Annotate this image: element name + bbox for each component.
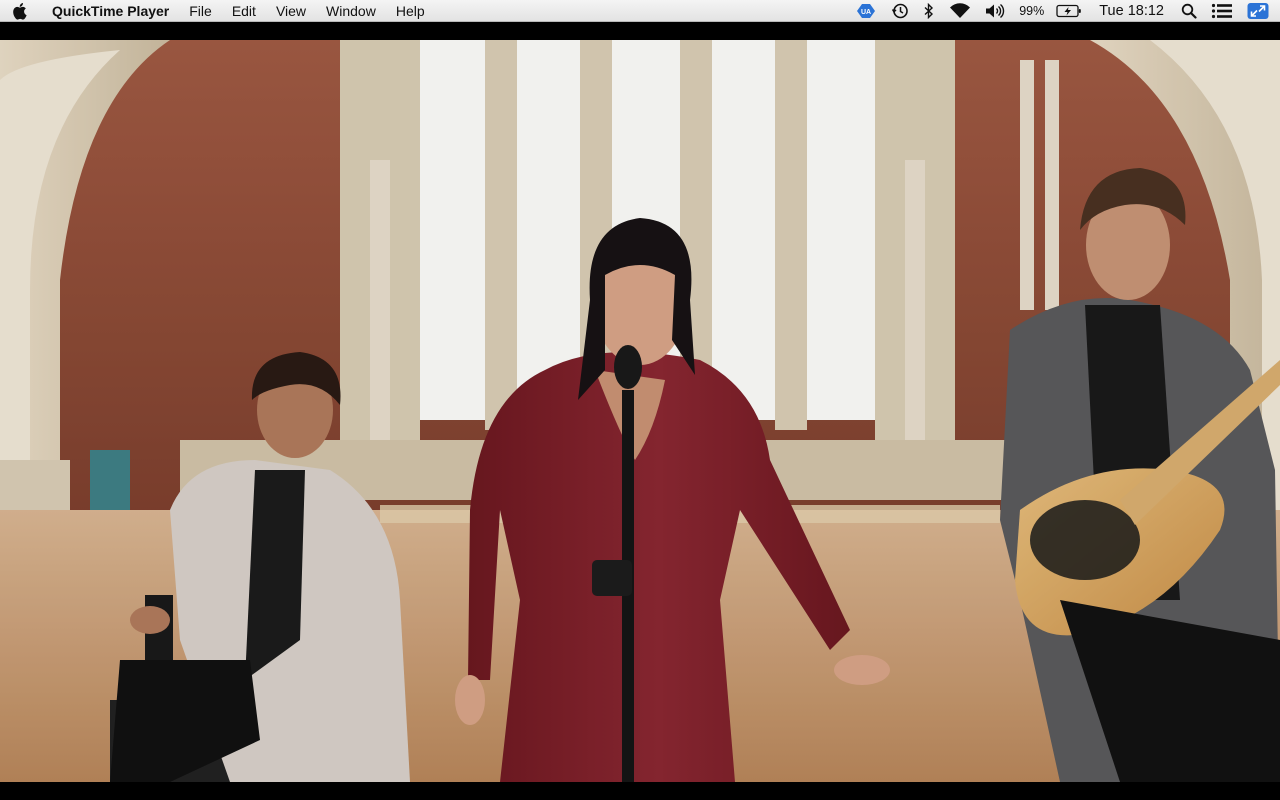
battery-percent[interactable]: 99% [1014,0,1047,22]
time-machine-icon[interactable] [886,0,914,22]
notification-center-icon[interactable] [1206,0,1238,22]
menu-window[interactable]: Window [316,0,386,22]
video-scene [0,40,1280,782]
apple-logo-icon[interactable] [0,0,38,22]
menu-edit[interactable]: Edit [222,0,266,22]
menu-view[interactable]: View [266,0,316,22]
screen-mirroring-icon[interactable] [1242,0,1274,22]
bluetooth-icon[interactable] [918,0,940,22]
video-player[interactable] [0,22,1280,800]
menu-bar-left: QuickTime Player File Edit View Window H… [0,0,435,22]
spotlight-search-icon[interactable] [1176,0,1202,22]
volume-icon[interactable] [980,0,1010,22]
video-frame[interactable] [0,40,1280,782]
status-menus: UA 99% Tue 18:12 [850,0,1280,22]
menu-file[interactable]: File [179,0,222,22]
app-menu-quicktime[interactable]: QuickTime Player [38,0,179,22]
battery-icon[interactable] [1051,0,1087,22]
vpn-icon[interactable]: UA [850,0,882,22]
svg-text:UA: UA [861,9,871,16]
wifi-icon[interactable] [944,0,976,22]
menu-bar: QuickTime Player File Edit View Window H… [0,0,1280,22]
menu-help[interactable]: Help [386,0,435,22]
menubar-clock[interactable]: Tue 18:12 [1091,0,1172,22]
